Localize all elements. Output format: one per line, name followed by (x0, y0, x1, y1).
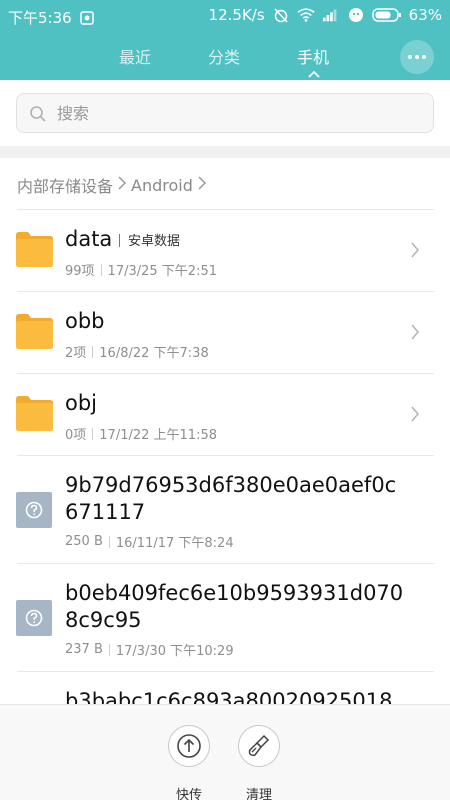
item-count: 99项 (65, 264, 95, 279)
modified-date: 17/1/22 上午11:58 (99, 428, 217, 443)
status-bar: 下午5:36 12.5K/s 63% (0, 0, 450, 32)
clean-button[interactable]: 清理 (229, 725, 289, 800)
section-separator (0, 146, 450, 158)
more-icon (408, 55, 426, 59)
file-size: 250 B (65, 534, 103, 549)
search-box[interactable] (16, 93, 434, 133)
bottom-action-bar: 快传 清理 (0, 704, 450, 800)
folder-icon (16, 232, 53, 267)
file-meta: 2项 16/8/22 下午7:38 (65, 342, 209, 361)
modified-date: 17/3/25 下午2:51 (107, 264, 217, 279)
tab-bar: 最近 分类 手机 (0, 40, 450, 76)
file-tag: 安卓数据 (119, 230, 180, 249)
quick-transfer-button[interactable]: 快传 (159, 725, 219, 800)
file-meta: 0项 17/1/22 上午11:58 (65, 424, 217, 443)
top-bar: 下午5:36 12.5K/s 63% 最近 分类 手机 (0, 0, 450, 80)
network-speed: 12.5K/s (208, 6, 265, 24)
file-meta: 237 B 17/3/30 下午10:29 (65, 640, 234, 659)
signal-icon (322, 6, 340, 24)
breadcrumb-android[interactable]: Android (131, 176, 193, 195)
alarm-off-icon (272, 6, 290, 24)
file-row-obj[interactable]: obj 0项 17/1/22 上午11:58 (0, 374, 450, 455)
upload-icon (177, 734, 201, 758)
item-count: 2项 (65, 346, 87, 361)
breadcrumb-internal-storage[interactable]: 内部存储设备 (17, 173, 113, 197)
chevron-right-icon (411, 242, 420, 258)
clean-label: 清理 (245, 788, 272, 800)
search-input[interactable] (57, 94, 417, 132)
modified-date: 17/3/30 下午10:29 (115, 644, 234, 659)
more-button[interactable] (400, 40, 434, 74)
breadcrumb: 内部存储设备 Android (17, 173, 209, 197)
file-meta: 99项 17/3/25 下午2:51 (65, 260, 217, 279)
notification-icon (78, 9, 96, 27)
file-row[interactable]: b0eb409fec6e10b9593931d0708c9c95 237 B 17… (0, 564, 450, 671)
chevron-right-icon (197, 175, 207, 195)
chevron-right-icon (411, 324, 420, 340)
file-row[interactable]: 9b79d76953d6f380e0ae0aef0c671117 250 B 16… (0, 456, 450, 563)
broom-icon (248, 734, 270, 757)
file-name: b0eb409fec6e10b9593931d0708c9c95 (65, 581, 404, 632)
tab-category[interactable]: 分类 (208, 44, 240, 68)
modified-date: 16/11/17 下午8:24 (115, 536, 234, 551)
chevron-right-icon (411, 406, 420, 422)
tab-recent[interactable]: 最近 (119, 44, 151, 68)
assistant-icon (347, 6, 365, 24)
file-name: obj (65, 391, 98, 415)
active-tab-indicator (308, 63, 320, 82)
item-count: 0项 (65, 428, 87, 443)
battery-level: 63% (408, 6, 442, 24)
search-icon (29, 105, 47, 127)
status-time: 下午5:36 (8, 9, 72, 27)
file-name: 9b79d76953d6f380e0ae0aef0c671117 (65, 473, 397, 524)
unknown-file-icon (16, 492, 52, 528)
folder-icon (16, 314, 53, 349)
battery-icon (371, 6, 402, 24)
file-name: data (65, 227, 113, 251)
wifi-icon (297, 6, 315, 24)
chevron-right-icon (117, 175, 127, 195)
file-row-obb[interactable]: obb 2项 16/8/22 下午7:38 (0, 292, 450, 373)
modified-date: 16/8/22 下午7:38 (99, 346, 209, 361)
folder-icon (16, 396, 53, 431)
unknown-file-icon (16, 600, 52, 636)
quick-transfer-label: 快传 (175, 788, 202, 800)
file-size: 237 B (65, 642, 103, 657)
file-meta: 250 B 16/11/17 下午8:24 (65, 532, 234, 551)
file-name: obb (65, 309, 105, 333)
file-row-data[interactable]: data 安卓数据 99项 17/3/25 下午2:51 (0, 210, 450, 291)
